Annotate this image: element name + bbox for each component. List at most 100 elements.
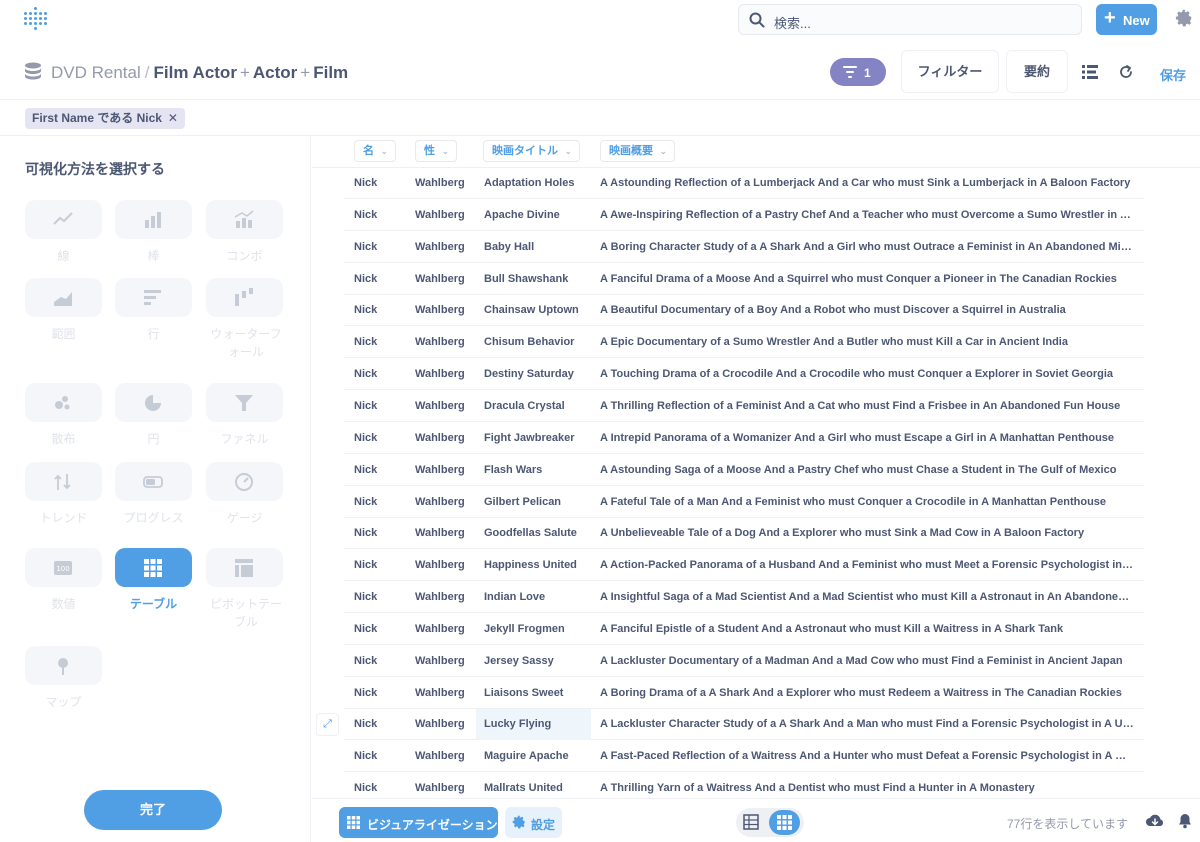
close-icon[interactable]: ✕ [168, 111, 178, 125]
cell-last-name[interactable]: Wahlberg [415, 359, 480, 390]
cell-first-name[interactable]: Nick [354, 518, 409, 549]
table-row[interactable]: Nick Wahlberg Dracula Crystal A Thrilling R… [344, 391, 1144, 422]
viz-option-funnel-chart[interactable]: ファネル [206, 383, 284, 446]
visualization-view-toggle[interactable] [769, 810, 800, 835]
expand-row-icon[interactable]: ⤢ [316, 713, 339, 737]
cell-film-description[interactable]: A Epic Documentary of a Sumo Wrestler An… [600, 327, 1134, 358]
cell-film-title[interactable]: Liaisons Sweet [484, 678, 594, 709]
cell-first-name[interactable]: Nick [354, 709, 409, 740]
cell-last-name[interactable]: Wahlberg [415, 582, 480, 613]
column-header-first-name[interactable]: 名 ⌄ [354, 140, 396, 162]
summarize-button[interactable]: 要約 [1006, 50, 1068, 93]
cell-film-title[interactable]: Gilbert Pelican [484, 487, 594, 518]
cell-film-description[interactable]: A Astounding Saga of a Moose And a Pastr… [600, 455, 1134, 486]
search-bar[interactable]: 検索... [738, 4, 1082, 35]
viz-option-row-chart[interactable]: 行 [115, 278, 193, 341]
cell-film-title[interactable]: Fight Jawbreaker [484, 423, 594, 454]
filter-count-badge[interactable]: 1 [830, 58, 886, 86]
cell-first-name[interactable]: Nick [354, 550, 409, 581]
cell-film-title[interactable]: Baby Hall [484, 232, 594, 263]
gear-icon[interactable] [1175, 9, 1193, 27]
viz-option-tile[interactable] [25, 383, 102, 422]
cell-last-name[interactable]: Wahlberg [415, 773, 480, 798]
cell-film-title[interactable]: Lucky Flying [476, 709, 591, 741]
viz-option-scatter-chart[interactable]: 散布 [25, 383, 103, 446]
viz-option-tile[interactable] [25, 200, 102, 239]
table-row[interactable]: Nick Wahlberg Flash Wars A Astounding Saga … [344, 455, 1144, 486]
cell-first-name[interactable]: Nick [354, 295, 409, 326]
cell-first-name[interactable]: Nick [354, 646, 409, 677]
table-row[interactable]: Nick Wahlberg Lucky Flying A Lackluster Cha… [344, 709, 1144, 741]
table-row[interactable]: Nick Wahlberg Happiness United A Action-Pac… [344, 550, 1144, 582]
breadcrumb-database[interactable]: DVD Rental [51, 63, 141, 82]
cell-film-description[interactable]: A Action-Packed Panorama of a Husband An… [600, 550, 1134, 581]
cell-last-name[interactable]: Wahlberg [415, 200, 480, 231]
cell-last-name[interactable]: Wahlberg [415, 518, 480, 549]
cell-film-title[interactable]: Chainsaw Uptown [484, 295, 594, 326]
table-row[interactable]: Nick Wahlberg Destiny Saturday A Touching D… [344, 359, 1144, 391]
viz-option-map-pin[interactable]: マップ [25, 646, 103, 709]
cell-last-name[interactable]: Wahlberg [415, 709, 480, 740]
column-header-last-name[interactable]: 性 ⌄ [415, 140, 457, 162]
cell-film-title[interactable]: Chisum Behavior [484, 327, 594, 358]
cell-first-name[interactable]: Nick [354, 773, 409, 798]
cell-film-description[interactable]: A Awe-Inspiring Reflection of a Pastry C… [600, 200, 1134, 231]
viz-option-tile[interactable] [115, 200, 192, 239]
viz-option-tile[interactable] [206, 383, 283, 422]
viz-option-tile[interactable] [25, 278, 102, 317]
cell-film-description[interactable]: A Intrepid Panorama of a Womanizer And a… [600, 423, 1134, 454]
cell-first-name[interactable]: Nick [354, 359, 409, 390]
cell-first-name[interactable]: Nick [354, 487, 409, 518]
column-header-film-title[interactable]: 映画タイトル ⌄ [483, 140, 580, 162]
cell-film-description[interactable]: A Fanciful Drama of a Moose And a Squirr… [600, 264, 1134, 295]
cell-last-name[interactable]: Wahlberg [415, 487, 480, 518]
done-button[interactable]: 完了 [84, 790, 222, 830]
cell-film-title[interactable]: Goodfellas Salute [484, 518, 594, 549]
viz-option-pivot-table[interactable]: ピボットテーブル [206, 548, 284, 629]
viz-option-area-chart[interactable]: 範囲 [25, 278, 103, 341]
cell-film-description[interactable]: A Thrilling Yarn of a Waitress And a Den… [600, 773, 1134, 798]
cell-last-name[interactable]: Wahlberg [415, 168, 480, 199]
cell-first-name[interactable]: Nick [354, 455, 409, 486]
viz-option-waterfall-chart[interactable]: ウォーターフォール [206, 278, 284, 359]
table-row[interactable]: Nick Wahlberg Maguire Apache A Fast-Paced R… [344, 741, 1144, 773]
cell-last-name[interactable]: Wahlberg [415, 614, 480, 645]
cell-first-name[interactable]: Nick [354, 614, 409, 645]
table-row[interactable]: Nick Wahlberg Chisum Behavior A Epic Docume… [344, 327, 1144, 359]
breadcrumb-table-film-actor[interactable]: Film Actor [154, 63, 237, 82]
cell-film-title[interactable]: Bull Shawshank [484, 264, 594, 295]
viz-option-number[interactable]: 100 数値 [25, 548, 103, 611]
cell-last-name[interactable]: Wahlberg [415, 550, 480, 581]
cell-film-title[interactable]: Mallrats United [484, 773, 594, 798]
cell-first-name[interactable]: Nick [354, 168, 409, 199]
viz-option-tile[interactable]: 100 [25, 548, 102, 587]
cell-film-title[interactable]: Flash Wars [484, 455, 594, 486]
table-row[interactable]: Nick Wahlberg Jekyll Frogmen A Fanciful Epi… [344, 614, 1144, 645]
cell-first-name[interactable]: Nick [354, 391, 409, 422]
cell-film-title[interactable]: Jekyll Frogmen [484, 614, 594, 645]
cell-last-name[interactable]: Wahlberg [415, 423, 480, 454]
filter-button[interactable]: フィルター [901, 50, 999, 93]
viz-option-pie-chart[interactable]: 円 [115, 383, 193, 446]
table-row[interactable]: Nick Wahlberg Indian Love A Insightful Saga… [344, 582, 1144, 614]
metabase-logo-icon[interactable] [24, 7, 48, 33]
table-row[interactable]: Nick Wahlberg Chainsaw Uptown A Beautiful D… [344, 295, 1144, 327]
viz-option-tile[interactable] [206, 462, 283, 501]
cell-last-name[interactable]: Wahlberg [415, 232, 480, 263]
cell-first-name[interactable]: Nick [354, 678, 409, 709]
cell-film-description[interactable]: A Beautiful Documentary of a Boy And a R… [600, 295, 1134, 326]
cell-first-name[interactable]: Nick [354, 741, 409, 772]
download-icon[interactable] [1145, 813, 1165, 829]
cell-film-description[interactable]: A Astounding Reflection of a Lumberjack … [600, 168, 1134, 199]
viz-option-tile[interactable] [115, 548, 192, 587]
settings-button[interactable]: 設定 [505, 807, 562, 838]
viz-option-tile[interactable] [115, 462, 192, 501]
cell-last-name[interactable]: Wahlberg [415, 678, 480, 709]
filter-pill[interactable]: First Name である Nick ✕ [25, 108, 185, 129]
visualization-button[interactable]: ビジュアライゼーション [339, 807, 498, 838]
breadcrumb-table-film[interactable]: Film [313, 63, 348, 82]
cell-last-name[interactable]: Wahlberg [415, 646, 480, 677]
cell-film-description[interactable]: A Fanciful Epistle of a Student And a As… [600, 614, 1134, 645]
table-row[interactable]: Nick Wahlberg Bull Shawshank A Fanciful Dra… [344, 264, 1144, 295]
cell-last-name[interactable]: Wahlberg [415, 741, 480, 772]
